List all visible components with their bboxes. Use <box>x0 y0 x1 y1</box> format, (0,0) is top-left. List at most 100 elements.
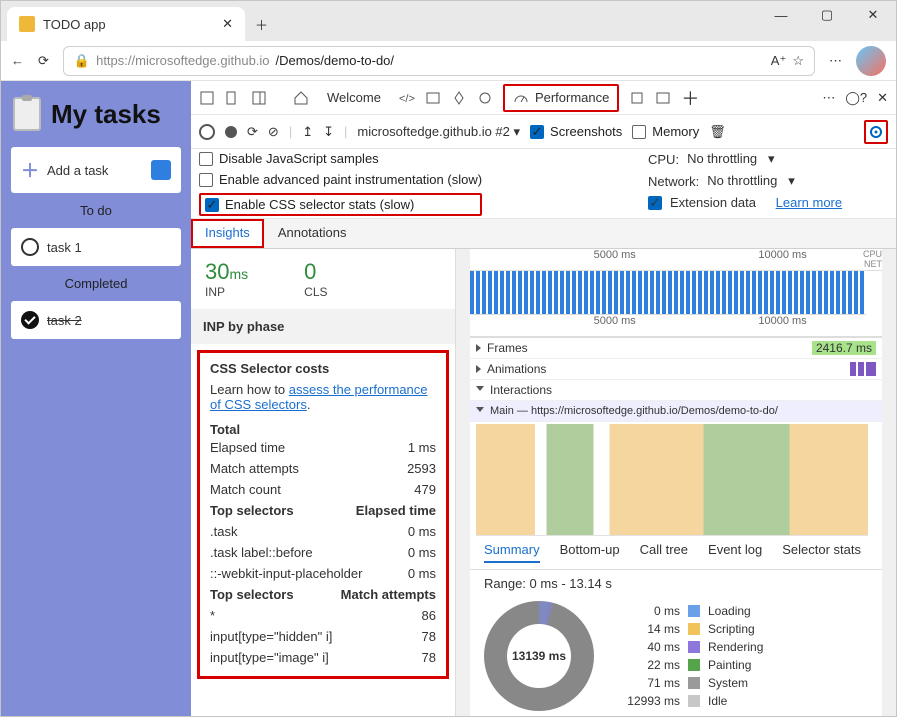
network-throttle-select[interactable]: No throttling ▾ <box>707 173 794 189</box>
memory-toggle[interactable]: Memory <box>632 124 699 139</box>
summary-donut: 13139 ms <box>484 601 594 711</box>
timeline-ruler-top[interactable]: 5000 ms 10000 ms CPUNET <box>470 249 882 271</box>
tab-event-log[interactable]: Event log <box>708 542 762 563</box>
close-tab-icon[interactable]: ✕ <box>222 16 233 32</box>
frames-track[interactable]: Frames <box>487 341 528 355</box>
record-row: ⟳ ⊘ | ↥ ↧ | microsoftedge.github.io #2 ▾… <box>191 115 896 149</box>
more-tools-icon[interactable]: ⋯ <box>822 90 835 106</box>
cpu-label: CPU: <box>648 152 679 167</box>
url-bar[interactable]: 🔒 https://microsoftedge.github.io/Demos/… <box>63 46 815 76</box>
tab-insights[interactable]: Insights <box>191 219 264 248</box>
add-task-button[interactable]: ＋ Add a task <box>11 147 181 193</box>
main-track[interactable]: Main — https://microsoftedge.github.io/D… <box>490 405 778 417</box>
app-sidebar: My tasks ＋ Add a task To do task 1 Compl… <box>1 81 191 716</box>
tab-annotations[interactable]: Annotations <box>264 219 361 248</box>
record-button[interactable] <box>199 124 215 140</box>
learn-more-link[interactable]: Learn more <box>776 195 842 210</box>
expand-icon[interactable] <box>476 365 481 373</box>
clipboard-icon <box>13 97 41 131</box>
checkbox-on-icon: ✓ <box>530 125 544 139</box>
tab-selector-stats[interactable]: Selector stats <box>782 542 861 563</box>
svg-text:</>: </> <box>399 93 415 105</box>
done-item[interactable]: task 2 <box>11 301 181 339</box>
reload-record-icon[interactable]: ⟳ <box>247 124 258 140</box>
more-menu-icon[interactable]: ⋯ <box>829 53 842 69</box>
elements-icon[interactable]: </> <box>399 90 415 106</box>
tab-title: TODO app <box>43 17 106 32</box>
add-task-label: Add a task <box>47 163 108 178</box>
clear-icon[interactable]: ⊘ <box>268 124 279 140</box>
upload-icon[interactable]: ↥ <box>302 124 313 140</box>
collapse-icon[interactable] <box>476 386 484 395</box>
tab-call-tree[interactable]: Call tree <box>640 542 688 563</box>
scrollbar[interactable] <box>882 249 896 716</box>
submit-icon[interactable] <box>151 160 171 180</box>
plus-icon: ＋ <box>21 157 39 183</box>
tab-bottom-up[interactable]: Bottom-up <box>560 542 620 563</box>
css-stats-toggle[interactable]: ✓Enable CSS selector stats (slow) <box>199 193 482 216</box>
browser-tab[interactable]: TODO app ✕ <box>7 7 245 41</box>
collapse-icon[interactable] <box>476 407 484 416</box>
scrollbar[interactable] <box>456 249 470 716</box>
app-icon[interactable] <box>655 90 671 106</box>
expand-icon[interactable] <box>476 344 481 352</box>
lock-icon: 🔒 <box>74 53 90 69</box>
css-costs-title: CSS Selector costs <box>210 361 436 376</box>
close-devtools-icon[interactable]: ✕ <box>877 90 888 106</box>
inspect-icon[interactable] <box>199 90 215 106</box>
unchecked-icon[interactable] <box>21 238 39 256</box>
tab-welcome[interactable]: Welcome <box>319 86 389 109</box>
dock-icon[interactable] <box>251 90 267 106</box>
insights-tabs: Insights Annotations <box>191 219 896 249</box>
copilot-icon[interactable] <box>856 46 886 76</box>
home-icon[interactable] <box>293 90 309 106</box>
device-icon[interactable] <box>225 90 241 106</box>
favorite-icon[interactable]: ☆ <box>792 53 804 69</box>
screenshots-toggle[interactable]: ✓Screenshots <box>530 124 622 139</box>
record-dot-icon[interactable] <box>225 126 237 138</box>
swatch-icon <box>688 605 700 617</box>
minimize-button[interactable]: — <box>758 1 804 29</box>
todo-item[interactable]: task 1 <box>11 228 181 266</box>
checkbox-off-icon <box>632 125 646 139</box>
target-select[interactable]: microsoftedge.github.io #2 ▾ <box>357 124 520 140</box>
page-icon <box>19 16 35 32</box>
capture-settings: Disable JavaScript samples Enable advanc… <box>191 149 896 219</box>
devtools-panel: Welcome </> Performance ＋ ⋯ ◯? ✕ ⟳ <box>191 81 896 716</box>
help-icon[interactable]: ◯? <box>845 90 867 106</box>
tab-summary[interactable]: Summary <box>484 542 540 563</box>
browser-window: TODO app ✕ ＋ — ▢ ✕ ← ⟳ 🔒 https://microso… <box>0 0 897 717</box>
maximize-button[interactable]: ▢ <box>804 1 850 29</box>
cpu-throttle-select[interactable]: No throttling ▾ <box>687 151 774 167</box>
overview-strip[interactable] <box>470 271 866 315</box>
back-button[interactable]: ← <box>11 53 24 68</box>
address-bar-row: ← ⟳ 🔒 https://microsoftedge.github.io/De… <box>1 41 896 81</box>
network-icon[interactable] <box>477 90 493 106</box>
close-window-button[interactable]: ✕ <box>850 1 896 29</box>
url-path: /Demos/demo-to-do/ <box>276 53 395 68</box>
refresh-button[interactable]: ⟳ <box>38 53 49 69</box>
more-tabs-button[interactable]: ＋ <box>681 85 699 111</box>
sources-icon[interactable] <box>451 90 467 106</box>
interactions-track[interactable]: Interactions <box>490 383 552 397</box>
timeline-ruler[interactable]: 5000 ms 10000 ms <box>470 315 882 337</box>
timeline-pane: 5000 ms 10000 ms CPUNET 5000 ms 10000 ms… <box>470 249 882 716</box>
disable-js-toggle[interactable]: Disable JavaScript samples <box>199 151 482 166</box>
checked-icon[interactable] <box>21 311 39 329</box>
adv-paint-toggle[interactable]: Enable advanced paint instrumentation (s… <box>199 172 482 187</box>
memory-icon[interactable] <box>629 90 645 106</box>
read-aloud-icon[interactable]: A⁺ <box>771 53 787 69</box>
animations-track[interactable]: Animations <box>487 362 546 376</box>
done-label: task 2 <box>47 313 82 328</box>
capture-settings-icon[interactable] <box>864 120 888 144</box>
trash-icon[interactable]: 🗑 <box>709 124 726 140</box>
css-selector-costs: CSS Selector costs Learn how to assess t… <box>197 350 449 679</box>
titlebar: TODO app ✕ ＋ — ▢ ✕ <box>1 1 896 41</box>
inp-phase-header[interactable]: INP by phase <box>191 309 455 344</box>
tab-performance[interactable]: Performance <box>503 84 619 112</box>
timeline-tracks[interactable]: Frames2416.7 ms Animations Interactions … <box>470 337 882 422</box>
download-icon[interactable]: ↧ <box>323 124 334 140</box>
console-icon[interactable] <box>425 90 441 106</box>
summary-legend: 0 msLoading 14 msScripting 40 msRenderin… <box>620 602 763 710</box>
flame-chart[interactable] <box>476 424 868 536</box>
